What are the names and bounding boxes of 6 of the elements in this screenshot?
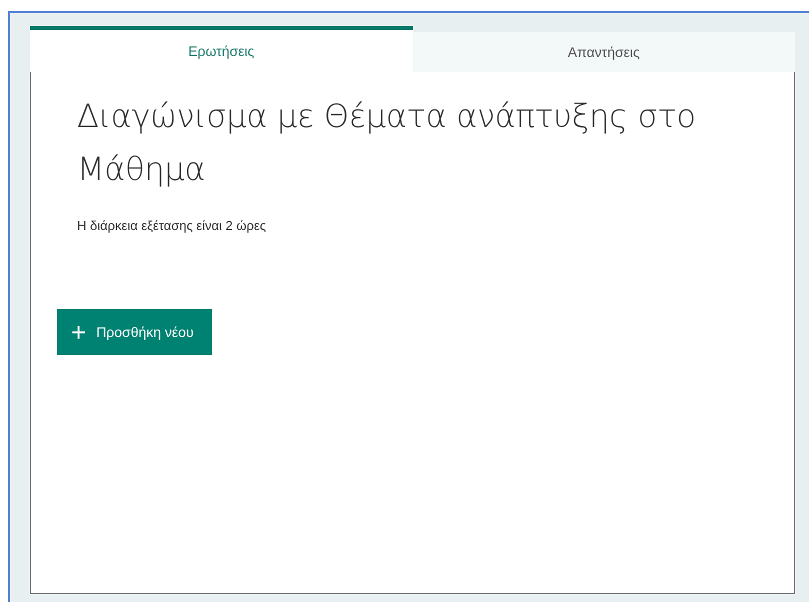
- form-description: Η διάρκεια εξέτασης είναι 2 ώρες: [77, 218, 268, 233]
- form-title: Διαγώνισμα με Θέματα ανάπτυξης στο Μάθημα: [77, 96, 697, 190]
- plus-icon: +: [71, 319, 86, 345]
- tab[interactable]: Απαντήσεις: [412, 32, 795, 72]
- add-new-button[interactable]: + Προσθήκη νέου: [57, 309, 212, 355]
- tab[interactable]: Ερωτήσεις: [30, 26, 412, 72]
